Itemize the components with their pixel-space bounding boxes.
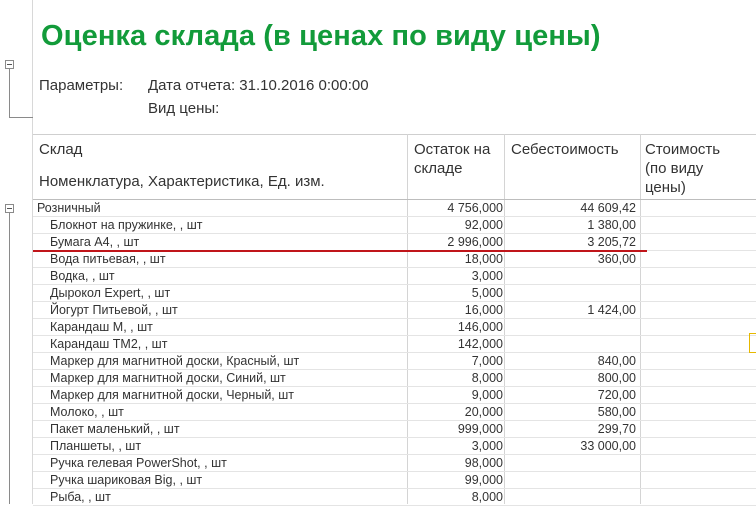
tree-line xyxy=(9,117,33,118)
cell-cost xyxy=(504,489,636,506)
report-title: Оценка склада (в ценах по виду цены) xyxy=(41,20,601,52)
cell-nomenclature: Водка, , шт xyxy=(50,269,115,283)
column-header-value-line1: Стоимость xyxy=(645,141,721,158)
header-top-border xyxy=(33,134,756,135)
column-header-cost[interactable]: Себестоимость xyxy=(511,140,619,159)
cell-nomenclature: Йогурт Питьевой, , шт xyxy=(50,303,178,317)
cell-stock: 8,000 xyxy=(471,371,503,385)
table-row[interactable]: Дырокол Expert, , шт 5,000 xyxy=(33,285,756,302)
cell-stock: 18,000 xyxy=(464,252,503,266)
cell-cost: 299,70 xyxy=(597,422,636,436)
table-row[interactable]: Ручка шариковая Big, , шт 99,000 xyxy=(33,472,756,489)
cell-stock: 20,000 xyxy=(464,405,503,419)
cell-cost: 840,00 xyxy=(597,354,636,368)
table-row[interactable]: Маркер для магнитной доски, Черный, шт 9,… xyxy=(33,387,756,404)
table-row[interactable]: Йогурт Питьевой, , шт 16,000 1 424,00 xyxy=(33,302,756,319)
cell-stock: 9,000 xyxy=(471,388,503,402)
cell-nomenclature: Бумага А4, , шт xyxy=(50,235,140,249)
tree-line xyxy=(9,213,10,504)
cell-cost xyxy=(504,319,636,336)
cell-cost: 720,00 xyxy=(597,388,636,402)
cell-nomenclature: Дырокол Expert, , шт xyxy=(50,286,171,300)
cell-cost xyxy=(504,336,636,353)
cell-stock: 4 756,000 xyxy=(447,201,503,215)
cell-stock: 146,000 xyxy=(457,320,503,334)
column-header-stock-line2: складе xyxy=(414,160,463,177)
cell-cost: 360,00 xyxy=(597,252,636,266)
cell-stock: 2 996,000 xyxy=(447,235,503,249)
table-row[interactable]: Маркер для магнитной доски, Красный, шт 7… xyxy=(33,353,756,370)
cell-nomenclature: Молоко, , шт xyxy=(50,405,124,419)
cell-nomenclature: Вода питьевая, , шт xyxy=(50,252,166,266)
table-row[interactable]: Рыба, , шт 8,000 xyxy=(33,489,756,506)
cell-cost xyxy=(504,268,636,285)
cell-nomenclature: Розничный xyxy=(37,201,101,215)
column-header-nomenclature[interactable]: Номенклатура, Характеристика, Ед. изм. xyxy=(39,172,325,191)
cell-cost: 44 609,42 xyxy=(580,201,636,215)
cell-nomenclature: Маркер для магнитной доски, Синий, шт xyxy=(50,371,286,385)
cell-cost xyxy=(504,455,636,472)
column-header-value[interactable]: Стоимость (по виду цены) xyxy=(645,140,720,197)
group-row[interactable]: Розничный 4 756,000 44 609,42 xyxy=(33,200,756,217)
cell-nomenclature: Ручка шариковая Big, , шт xyxy=(50,473,203,487)
group-gutter xyxy=(0,0,33,504)
cell-cost: 580,00 xyxy=(597,405,636,419)
table-row[interactable]: Бумага А4, , шт 2 996,000 3 205,72 xyxy=(33,234,756,251)
cell-stock: 3,000 xyxy=(471,269,503,283)
column-header-stock[interactable]: Остаток на складе xyxy=(414,140,490,178)
column-header-value-line3: цены) xyxy=(645,179,686,196)
table-row[interactable]: Ручка гелевая PowerShot, , шт 98,000 xyxy=(33,455,756,472)
table-row[interactable]: Молоко, , шт 20,000 580,00 xyxy=(33,404,756,421)
column-header-stock-line1: Остаток на xyxy=(414,141,491,158)
cell-stock: 5,000 xyxy=(471,286,503,300)
column-header-warehouse[interactable]: Склад xyxy=(39,140,82,159)
cell-nomenclature: Маркер для магнитной доски, Красный, шт xyxy=(50,354,300,368)
cell-cost: 800,00 xyxy=(597,371,636,385)
highlight-underline xyxy=(33,250,647,252)
cell-cost xyxy=(504,285,636,302)
cell-nomenclature: Маркер для магнитной доски, Черный, шт xyxy=(50,388,294,402)
tree-line xyxy=(9,69,10,117)
table-row[interactable]: Пакет маленький, , шт 999,000 299,70 xyxy=(33,421,756,438)
cell-nomenclature: Рыба, , шт xyxy=(50,490,111,504)
cell-cost: 1 424,00 xyxy=(587,303,636,317)
cell-stock: 3,000 xyxy=(471,439,503,453)
cell-stock: 142,000 xyxy=(457,337,503,351)
column-header-value-line2: (по виду xyxy=(645,160,704,177)
collapse-group-icon[interactable] xyxy=(5,204,14,213)
table-row[interactable]: Карандаш М, , шт 146,000 xyxy=(33,319,756,336)
price-type: Вид цены: xyxy=(148,100,220,117)
table-row[interactable]: Карандаш ТМ2, , шт 142,000 xyxy=(33,336,756,353)
table-row[interactable]: Маркер для магнитной доски, Синий, шт 8,0… xyxy=(33,370,756,387)
cell-nomenclature: Блокнот на пружинке, , шт xyxy=(50,218,203,232)
cell-stock: 99,000 xyxy=(464,473,503,487)
cell-stock: 8,000 xyxy=(471,490,503,504)
parameters-label: Параметры: xyxy=(39,77,124,94)
cell-stock: 92,000 xyxy=(464,218,503,232)
cell-nomenclature: Ручка гелевая PowerShot, , шт xyxy=(50,456,227,470)
cell-nomenclature: Карандаш ТМ2, , шт xyxy=(50,337,168,351)
table-row[interactable]: Водка, , шт 3,000 xyxy=(33,268,756,285)
cell-cost xyxy=(504,472,636,489)
collapse-header-icon[interactable] xyxy=(5,60,14,69)
cell-stock: 98,000 xyxy=(464,456,503,470)
cell-stock: 999,000 xyxy=(457,422,503,436)
cell-cost: 33 000,00 xyxy=(580,439,636,453)
cell-stock: 16,000 xyxy=(464,303,503,317)
cell-cost: 3 205,72 xyxy=(587,235,636,249)
cell-nomenclature: Пакет маленький, , шт xyxy=(50,422,180,436)
cell-nomenclature: Карандаш М, , шт xyxy=(50,320,153,334)
active-cell-marker[interactable] xyxy=(749,333,756,353)
cell-stock: 7,000 xyxy=(471,354,503,368)
cell-cost: 1 380,00 xyxy=(587,218,636,232)
table-row[interactable]: Блокнот на пружинке, , шт 92,000 1 380,00 xyxy=(33,217,756,234)
report-date: Дата отчета: 31.10.2016 0:00:00 xyxy=(148,77,369,94)
table-row[interactable]: Планшеты, , шт 3,000 33 000,00 xyxy=(33,438,756,455)
table-row[interactable]: Вода питьевая, , шт 18,000 360,00 xyxy=(33,251,756,268)
report-table-body: Розничный 4 756,000 44 609,42 Блокнот на пр… xyxy=(33,200,756,506)
cell-nomenclature: Планшеты, , шт xyxy=(50,439,142,453)
